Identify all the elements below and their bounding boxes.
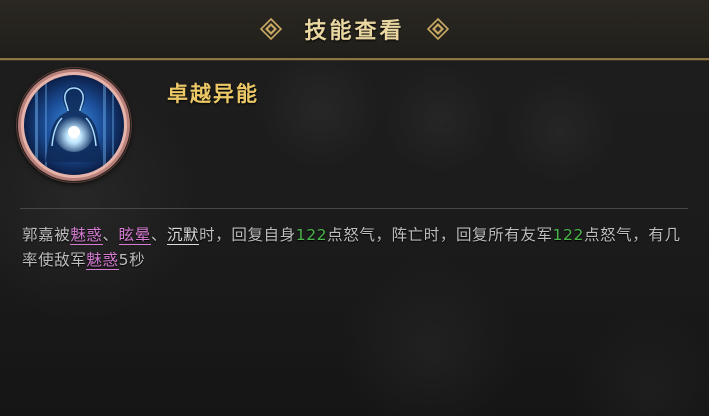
title-group: 技能查看 xyxy=(260,13,449,45)
desc-text: 点怒气，阵亡时，回复所有友军 xyxy=(327,226,553,244)
rage-value-allies: 122 xyxy=(552,226,584,244)
divider xyxy=(20,208,688,209)
status-charm-link[interactable]: 魅惑 xyxy=(86,251,119,270)
title-bar: 技能查看 xyxy=(0,0,709,60)
status-silence-link[interactable]: 沉默 xyxy=(166,226,200,245)
status-charm-link[interactable]: 魅惑 xyxy=(70,226,103,245)
diamond-ornament-icon xyxy=(260,18,283,40)
diamond-ornament-icon xyxy=(426,18,449,40)
desc-separator: 、 xyxy=(150,226,167,244)
skill-name: 卓越异能 xyxy=(167,82,259,106)
desc-text: 时，回复自身 xyxy=(199,226,296,244)
glowing-figure-icon xyxy=(18,69,130,181)
page-title: 技能查看 xyxy=(304,19,405,44)
desc-text: 郭嘉被 xyxy=(22,226,71,244)
charm-duration: 5 xyxy=(118,251,130,269)
desc-text: 秒 xyxy=(129,251,146,269)
desc-separator: 、 xyxy=(102,226,119,244)
skill-description: 郭嘉被魅惑、眩晕、沉默时，回复自身122点怒气，阵亡时，回复所有友军122点怒气… xyxy=(22,223,688,273)
rage-value-self: 122 xyxy=(295,226,328,244)
status-dizzy-link[interactable]: 眩晕 xyxy=(118,226,151,245)
